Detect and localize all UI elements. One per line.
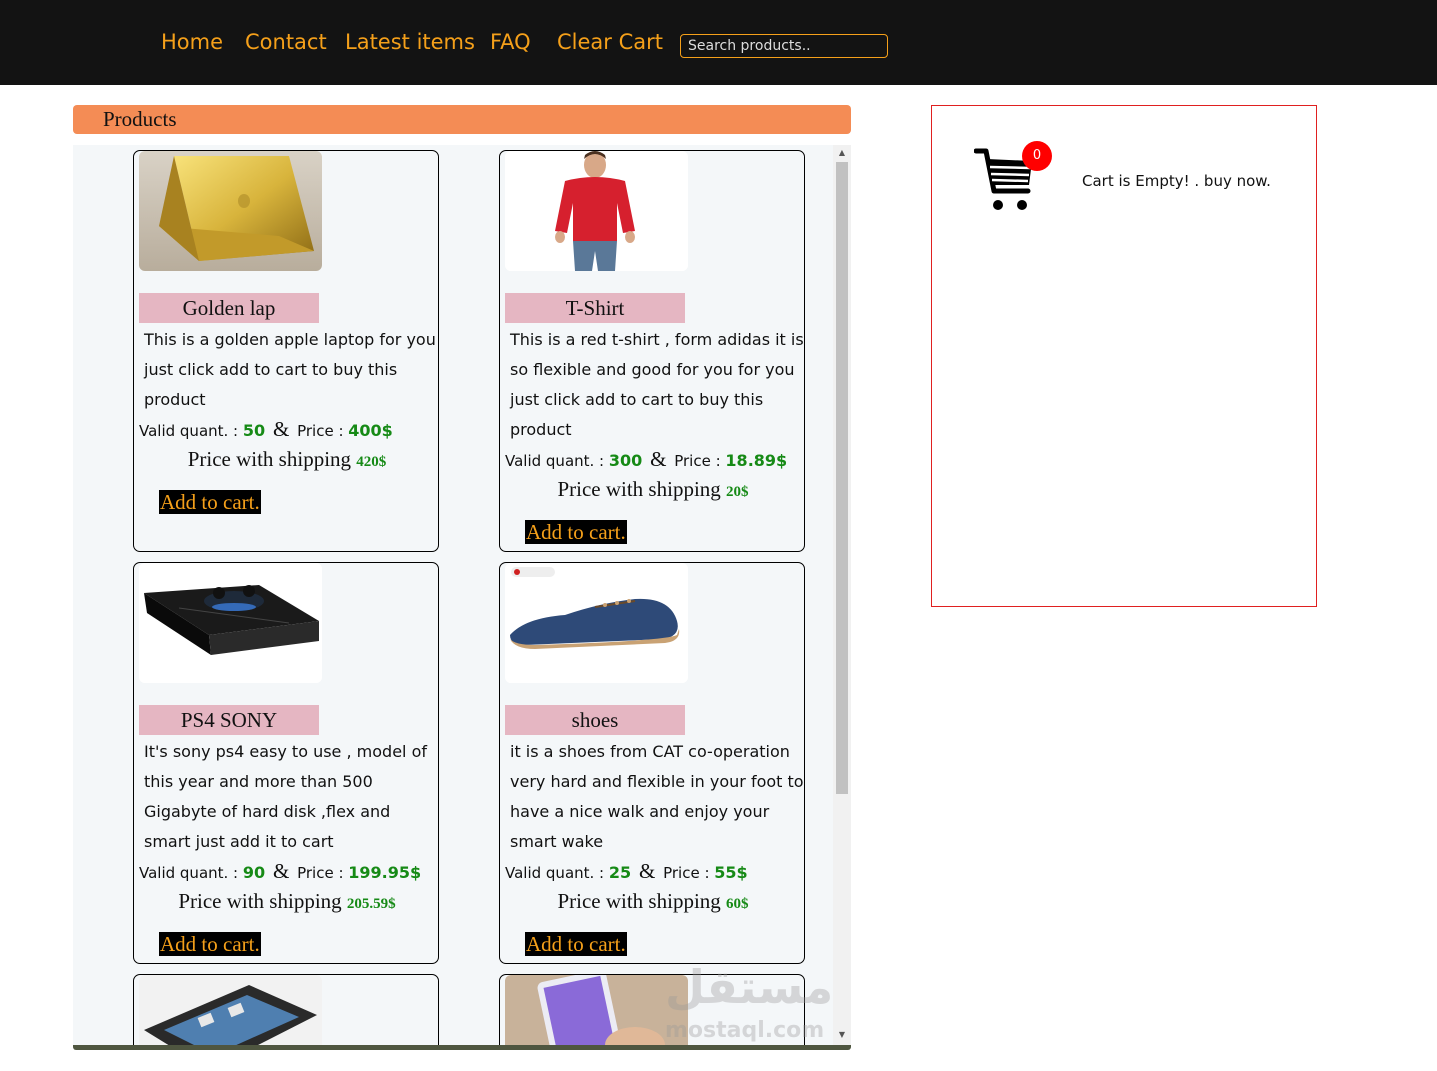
- price-label: Price :: [663, 864, 710, 882]
- add-to-cart-button[interactable]: Add to cart.: [159, 932, 261, 956]
- top-nav-bar: Home Contact Latest items FAQ Clear Cart: [0, 0, 1437, 85]
- nav-contact-link[interactable]: Contact: [245, 30, 327, 54]
- ampersand: &: [638, 859, 656, 883]
- ps4-console-image: [139, 563, 322, 683]
- product-quantity-price-line: Valid quant. : 25 & Price : 55$: [505, 859, 748, 884]
- products-panel-bottom-border: [73, 1045, 851, 1050]
- product-card: PS4 SONY It's sony ps4 easy to use , mod…: [133, 562, 439, 964]
- ampersand: &: [272, 859, 290, 883]
- shipping-price: 420$: [356, 454, 387, 470]
- price-label: Price :: [297, 422, 344, 440]
- valid-quant-label: Valid quant. :: [505, 452, 605, 470]
- product-quantity-price-line: Valid quant. : 50 & Price : 400$: [139, 417, 393, 442]
- blue-shoe-image: [505, 563, 688, 683]
- price-with-shipping-label: Price with shipping: [557, 889, 721, 913]
- product-card: T-Shirt This is a red t-shirt , form adi…: [499, 150, 805, 552]
- product-quantity-price-line: Valid quant. : 300 & Price : 18.89$: [505, 447, 787, 472]
- price-with-shipping-label: Price with shipping: [178, 889, 342, 913]
- product-price: 18.89$: [725, 451, 788, 470]
- red-tshirt-image: [505, 151, 688, 271]
- valid-quant-label: Valid quant. :: [505, 864, 605, 882]
- golden-laptop-image: [139, 151, 322, 271]
- shipping-price: 60$: [726, 896, 749, 912]
- product-title: shoes: [505, 705, 685, 735]
- scroll-up-arrow-icon[interactable]: ▲: [836, 147, 848, 159]
- product-quantity: 90: [242, 863, 266, 882]
- add-to-cart-button[interactable]: Add to cart.: [525, 520, 627, 544]
- search-input[interactable]: [680, 34, 888, 58]
- shipping-price-line: Price with shipping 60$: [500, 889, 804, 914]
- ampersand: &: [272, 417, 290, 441]
- shipping-price-line: Price with shipping 205.59$: [134, 889, 438, 914]
- nav-clear-cart-link[interactable]: Clear Cart: [557, 30, 663, 54]
- product-description: it is a shoes from CAT co-operation very…: [510, 742, 804, 851]
- product-card: [133, 974, 439, 1045]
- product-card: [499, 974, 805, 1045]
- valid-quant-label: Valid quant. :: [139, 864, 239, 882]
- nav-home-link[interactable]: Home: [161, 30, 223, 54]
- product-title: PS4 SONY: [139, 705, 319, 735]
- product-price: 400$: [348, 421, 393, 440]
- product-card: Golden lap This is a golden apple laptop…: [133, 150, 439, 552]
- add-to-cart-button[interactable]: Add to cart.: [159, 490, 261, 514]
- product-description: This is a red t-shirt , form adidas it i…: [510, 330, 804, 439]
- products-header: Products: [73, 105, 851, 134]
- products-header-title: Products: [103, 107, 177, 131]
- nav-faq-link[interactable]: FAQ: [490, 30, 531, 54]
- product-description: This is a golden apple laptop for you ju…: [144, 330, 436, 409]
- product-title: T-Shirt: [505, 293, 685, 323]
- valid-quant-label: Valid quant. :: [139, 422, 239, 440]
- shipping-price-line: Price with shipping 420$: [134, 447, 438, 472]
- products-panel[interactable]: Golden lap This is a golden apple laptop…: [73, 145, 851, 1045]
- price-with-shipping-label: Price with shipping: [557, 477, 721, 501]
- product-quantity-price-line: Valid quant. : 90 & Price : 199.95$: [139, 859, 421, 884]
- cart-empty-message: Cart is Empty! . buy now.: [1082, 172, 1271, 190]
- product-price: 199.95$: [348, 863, 422, 882]
- shipping-price-line: Price with shipping 20$: [500, 477, 804, 502]
- products-scrollbar-thumb[interactable]: [836, 162, 848, 794]
- price-with-shipping-label: Price with shipping: [187, 447, 352, 471]
- product-description: It's sony ps4 easy to use , model of thi…: [144, 742, 427, 851]
- product-price: 55$: [714, 863, 748, 882]
- shipping-price: 205.59$: [346, 896, 396, 912]
- product-card: shoes it is a shoes from CAT co-operatio…: [499, 562, 805, 964]
- product-quantity: 25: [608, 863, 632, 882]
- tablet-image: [505, 975, 688, 1045]
- smartphone-image: [139, 975, 322, 1045]
- nav-latest-items-link[interactable]: Latest items: [345, 30, 475, 54]
- product-quantity: 50: [242, 421, 266, 440]
- shipping-price: 20$: [726, 484, 749, 500]
- cart-count-badge: 0: [1022, 141, 1052, 171]
- ampersand: &: [650, 447, 667, 471]
- product-title: Golden lap: [139, 293, 319, 323]
- add-to-cart-button[interactable]: Add to cart.: [525, 932, 627, 956]
- product-quantity: 300: [608, 451, 643, 470]
- price-label: Price :: [674, 452, 721, 470]
- price-label: Price :: [297, 864, 344, 882]
- scroll-down-arrow-icon[interactable]: ▼: [836, 1029, 848, 1041]
